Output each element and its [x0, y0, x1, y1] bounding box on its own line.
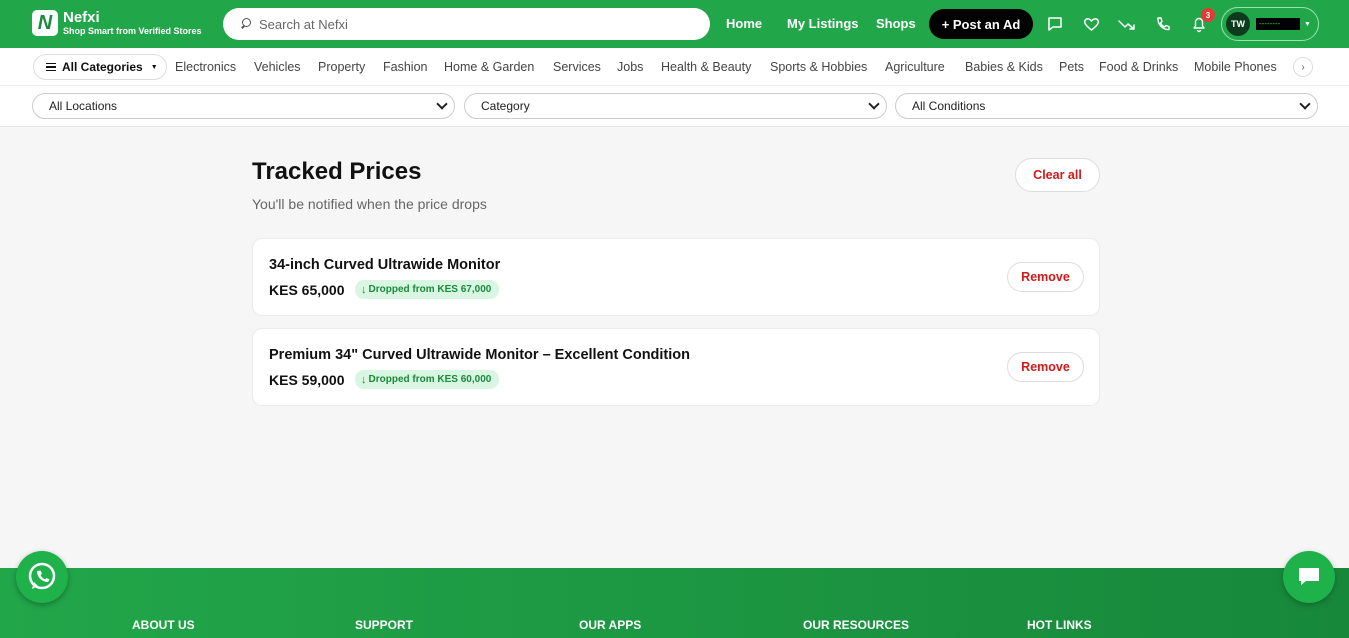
brand-name: Nefxi	[63, 9, 100, 26]
item-price: KES 59,000	[269, 372, 345, 388]
category-food-drinks[interactable]: Food & Drinks	[1099, 60, 1178, 74]
remove-button[interactable]: Remove	[1007, 352, 1084, 382]
chevron-down-icon	[1299, 98, 1311, 110]
location-select-value: All Locations	[49, 99, 118, 113]
all-categories-button[interactable]: All Categories ▼	[33, 54, 167, 80]
location-select[interactable]: All Locations	[32, 93, 455, 119]
category-select[interactable]: Category	[464, 93, 887, 119]
category-babies-kids[interactable]: Babies & Kids	[965, 60, 1043, 74]
category-mobile-phones[interactable]: Mobile Phones	[1194, 60, 1277, 74]
notification-badge: 3	[1201, 8, 1215, 22]
condition-select[interactable]: All Conditions	[895, 93, 1318, 119]
nav-shops[interactable]: Shops	[876, 16, 916, 31]
tracked-item[interactable]: Premium 34" Curved Ultrawide Monitor – E…	[252, 328, 1100, 406]
brand-tagline: Shop Smart from Verified Stores	[63, 26, 202, 36]
search-bar[interactable]	[223, 8, 710, 40]
category-health-beauty[interactable]: Health & Beauty	[661, 60, 751, 74]
menu-icon	[46, 63, 56, 71]
item-title[interactable]: 34-inch Curved Ultrawide Monitor	[269, 257, 500, 273]
clear-all-button[interactable]: Clear all	[1015, 158, 1100, 192]
category-property[interactable]: Property	[318, 60, 365, 74]
remove-button[interactable]: Remove	[1007, 262, 1084, 292]
price-drop-badge: ↓ Dropped from KES 67,000	[355, 280, 500, 299]
chat-fab-button[interactable]	[1283, 551, 1335, 603]
caret-down-icon: ▼	[150, 63, 158, 71]
footer-heading-hot-links: HOT LINKS	[1027, 618, 1092, 632]
chevron-down-icon: ▼	[1304, 20, 1311, 28]
category-select-value: Category	[481, 99, 530, 113]
category-pets[interactable]: Pets	[1059, 60, 1084, 74]
category-sports-hobbies[interactable]: Sports & Hobbies	[770, 60, 867, 74]
brand-logo[interactable]: N Nefxi Shop Smart from Verified Stores	[32, 10, 202, 36]
price-drop-label: Dropped from KES 67,000	[368, 284, 492, 295]
arrow-down-icon: ↓	[361, 283, 367, 296]
whatsapp-button[interactable]	[16, 551, 68, 603]
search-input[interactable]	[259, 16, 679, 32]
footer-heading-resources: OUR RESOURCES	[803, 618, 910, 632]
page-subtitle: You'll be notified when the price drops	[252, 196, 487, 212]
tracked-item[interactable]: 34-inch Curved Ultrawide Monitor KES 65,…	[252, 238, 1100, 316]
nav-my-listings[interactable]: My Listings	[787, 16, 859, 31]
page-title: Tracked Prices	[252, 158, 422, 185]
category-home-garden[interactable]: Home & Garden	[444, 60, 534, 74]
chevron-down-icon	[436, 98, 448, 110]
user-menu[interactable]: TW -------- ▼	[1221, 7, 1319, 41]
avatar: TW	[1226, 12, 1250, 36]
logo-mark-icon: N	[32, 10, 58, 36]
category-agriculture[interactable]: Agriculture	[885, 60, 945, 74]
chat-bubble-icon	[1299, 568, 1319, 585]
condition-select-value: All Conditions	[912, 99, 986, 113]
footer-heading-support: SUPPORT	[355, 618, 414, 632]
phone-icon[interactable]	[1153, 14, 1173, 34]
footer-heading-apps: OUR APPS	[579, 618, 642, 632]
trend-icon[interactable]	[1117, 14, 1137, 34]
top-header: N Nefxi Shop Smart from Verified Stores …	[0, 0, 1349, 48]
whatsapp-icon	[28, 562, 56, 590]
nav-home[interactable]: Home	[726, 16, 762, 31]
post-ad-button[interactable]: + Post an Ad	[929, 9, 1033, 39]
chat-icon[interactable]	[1045, 14, 1065, 34]
heart-icon[interactable]	[1081, 14, 1101, 34]
price-drop-label: Dropped from KES 60,000	[368, 374, 492, 385]
chevron-down-icon	[868, 98, 880, 110]
footer: ABOUT US SUPPORT OUR APPS OUR RESOURCES …	[0, 568, 1349, 638]
category-services[interactable]: Services	[553, 60, 601, 74]
footer-heading-about: ABOUT US	[132, 618, 195, 632]
user-name: --------	[1256, 18, 1300, 30]
search-icon	[239, 17, 253, 31]
category-electronics[interactable]: Electronics	[175, 60, 236, 74]
all-categories-label: All Categories	[62, 60, 143, 74]
category-vehicles[interactable]: Vehicles	[254, 60, 301, 74]
category-fashion[interactable]: Fashion	[383, 60, 427, 74]
item-price: KES 65,000	[269, 282, 345, 298]
category-jobs[interactable]: Jobs	[617, 60, 643, 74]
price-drop-badge: ↓ Dropped from KES 60,000	[355, 370, 500, 389]
item-title[interactable]: Premium 34" Curved Ultrawide Monitor – E…	[269, 347, 690, 363]
arrow-down-icon: ↓	[361, 373, 367, 386]
chevron-right-icon[interactable]: ›	[1293, 57, 1313, 77]
filter-bar: All Locations Category All Conditions	[0, 86, 1349, 127]
